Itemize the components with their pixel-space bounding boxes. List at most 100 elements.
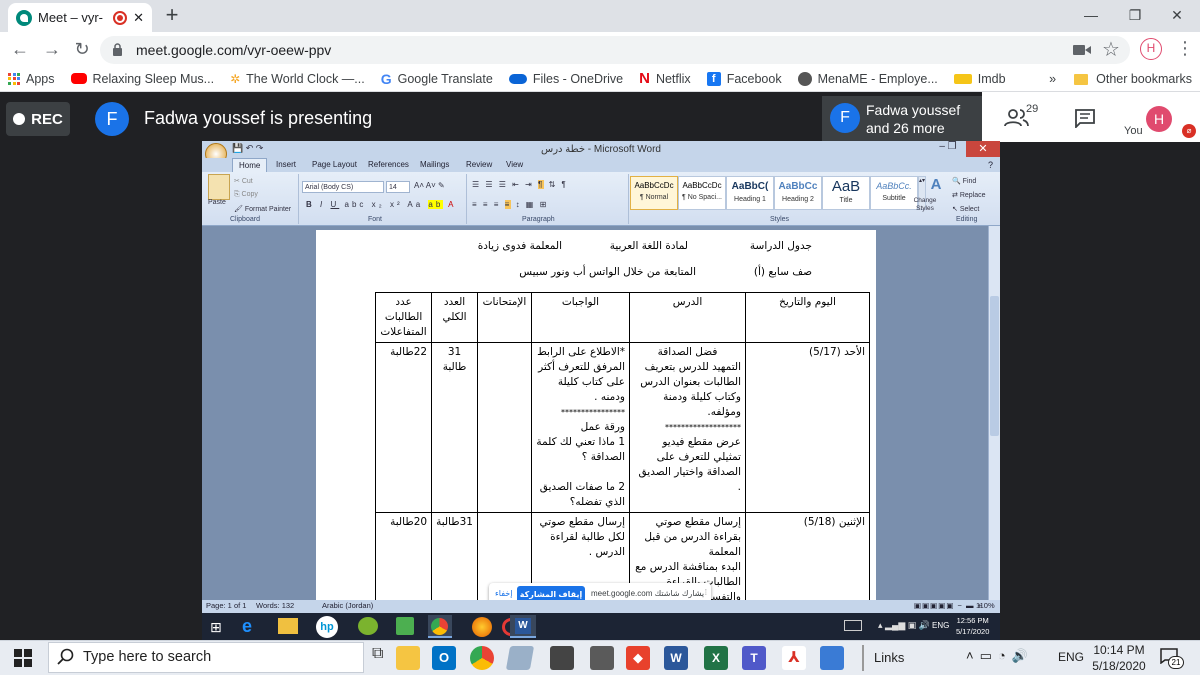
view-buttons-icon[interactable]: ▣▣▣▣▣ − ▬ + xyxy=(914,601,983,610)
inner-wechat-icon[interactable] xyxy=(358,617,378,635)
camera-icon[interactable] xyxy=(1072,42,1092,58)
forward-icon[interactable]: → xyxy=(40,37,64,61)
tab-review[interactable]: Review xyxy=(460,158,498,172)
vertical-scrollbar[interactable] xyxy=(988,226,1000,600)
paste-button[interactable]: Paste xyxy=(208,199,226,206)
bookmark-apps[interactable]: Apps xyxy=(0,72,63,86)
bookmark-google-translate[interactable]: G Google Translate xyxy=(373,71,501,87)
alignment-icons[interactable]: ≡ ≡ ≡ ≡ ↕ ▦ ⊞ xyxy=(472,200,548,209)
inner-chrome-tab[interactable] xyxy=(428,615,452,638)
restore-button[interactable]: ❐ xyxy=(1112,4,1158,28)
style-title[interactable]: AaB Title xyxy=(822,176,870,210)
inner-keyboard-icon[interactable] xyxy=(844,620,862,631)
status-zoom[interactable]: 110% xyxy=(976,601,995,610)
inner-ie-icon[interactable]: e xyxy=(242,616,262,636)
inner-lang[interactable]: ENG xyxy=(932,621,949,630)
other-bookmarks[interactable]: Other bookmarks xyxy=(1096,72,1192,86)
word-min-restore[interactable]: – ❐ xyxy=(930,141,966,157)
hide-button[interactable]: إخفاء xyxy=(495,589,512,598)
scroll-thumb[interactable] xyxy=(990,296,999,436)
font-name-select[interactable]: Arial (Body CS) xyxy=(302,181,384,193)
style-normal[interactable]: AaBbCcDc ¶ Normal xyxy=(630,176,678,210)
status-language[interactable]: Arabic (Jordan) xyxy=(322,601,373,610)
outlook-icon[interactable]: O xyxy=(432,646,456,670)
bookmark-world-clock[interactable]: ✲ The World Clock —... xyxy=(222,72,373,86)
chat-icon[interactable] xyxy=(1074,108,1096,128)
inner-word-tab[interactable]: W xyxy=(510,615,536,638)
inner-explorer-icon[interactable] xyxy=(278,618,298,634)
profile-avatar[interactable]: H xyxy=(1140,38,1162,60)
format-painter-button[interactable]: 🖌 Format Painter xyxy=(234,205,291,213)
inner-start-icon[interactable]: ⊞ xyxy=(210,619,222,636)
taskbar-search-box[interactable]: Type here to search xyxy=(48,642,364,673)
bookmarks-overflow-button[interactable]: » xyxy=(1049,72,1056,86)
close-window-button[interactable]: ✕ xyxy=(1154,4,1200,28)
photos-icon[interactable] xyxy=(820,646,844,670)
bookmark-menaame[interactable]: MenaME - Employe... xyxy=(790,71,946,86)
bookmark-imdb[interactable]: Imdb xyxy=(946,72,1014,86)
change-styles-label[interactable]: Change Styles xyxy=(910,197,940,213)
back-icon[interactable]: ← xyxy=(8,37,32,61)
excel-icon[interactable]: X xyxy=(704,646,728,670)
windows-start-icon[interactable] xyxy=(14,649,32,667)
inner-hp-icon[interactable]: hp xyxy=(316,616,338,638)
teams-icon[interactable]: T xyxy=(742,646,766,670)
word-close-button[interactable]: ✕ xyxy=(966,141,1000,157)
minimize-button[interactable]: — xyxy=(1068,4,1114,28)
language-indicator[interactable]: ENG xyxy=(1058,650,1084,664)
menu-icon[interactable]: ⋮ xyxy=(1176,38,1194,59)
help-icon[interactable]: ? xyxy=(982,158,999,172)
anydesk-icon[interactable]: ◆ xyxy=(626,646,650,670)
browser-tab-meet[interactable]: Meet – vyr- ✕ xyxy=(8,3,152,32)
font-format-icons[interactable]: B I U abc x₂ x² Aa ab A xyxy=(306,200,456,209)
notification-center-icon[interactable]: 21 xyxy=(1160,648,1184,669)
lock-icon[interactable] xyxy=(112,43,123,56)
notepad-icon[interactable] xyxy=(505,646,535,670)
tab-mailings[interactable]: Mailings xyxy=(414,158,455,172)
system-clock[interactable]: 10:14 PM 5/18/2020 xyxy=(1090,642,1148,674)
acrobat-icon[interactable]: ⅄ xyxy=(782,646,806,670)
find-button[interactable]: 🔍 Find xyxy=(952,177,976,185)
app-dark-icon[interactable] xyxy=(550,646,574,670)
tab-insert[interactable]: Insert xyxy=(270,158,302,172)
word-taskbar-icon[interactable]: W xyxy=(664,646,688,670)
inner-clock[interactable]: 12:56 PM 5/17/2020 xyxy=(956,615,989,637)
inner-tray-icons[interactable]: ▴ ▂▄▆ ▣ 🔊 xyxy=(878,620,930,631)
inner-store-icon[interactable] xyxy=(396,617,414,635)
tab-references[interactable]: References xyxy=(362,158,415,172)
bookmark-star-icon[interactable]: ☆ xyxy=(1102,37,1120,62)
status-page[interactable]: Page: 1 of 1 xyxy=(206,601,246,610)
replace-button[interactable]: ⇄ Replace xyxy=(952,191,986,199)
inner-firefox-icon[interactable] xyxy=(472,617,492,637)
file-explorer-icon[interactable] xyxy=(396,646,420,670)
chrome-taskbar-icon[interactable] xyxy=(470,646,494,670)
document-page[interactable]: جدول الدراسة لمادة اللغة العربية المعلمة… xyxy=(316,230,876,600)
status-words[interactable]: Words: 132 xyxy=(256,601,294,610)
recording-indicator[interactable]: REC xyxy=(6,102,70,136)
tab-home[interactable]: Home xyxy=(232,158,268,172)
bookmark-netflix[interactable]: N Netflix xyxy=(631,70,699,87)
style-heading-1[interactable]: AaBbC( Heading 1 xyxy=(726,176,774,210)
style-heading-2[interactable]: AaBbCc Heading 2 xyxy=(774,176,822,210)
links-toolbar[interactable]: Links xyxy=(874,650,904,665)
tray-icons[interactable]: ˄▭◔🔊 xyxy=(966,648,1034,664)
list-indent-icons[interactable]: ☰ ☰ ☰ ⇤ ⇥ ¶ ⇅ ¶ xyxy=(472,180,568,189)
calculator-icon[interactable] xyxy=(590,646,614,670)
new-tab-button[interactable]: + xyxy=(160,4,184,28)
change-styles-button[interactable]: A xyxy=(912,176,942,193)
paste-icon[interactable] xyxy=(208,174,230,200)
bookmark-onedrive[interactable]: Files - OneDrive xyxy=(501,72,631,86)
address-bar[interactable]: meet.google.com/vyr-oeew-ppv xyxy=(100,36,1130,64)
task-view-icon[interactable]: ⧉ xyxy=(372,645,383,663)
close-tab-icon[interactable]: ✕ xyxy=(133,10,144,26)
bookmark-facebook[interactable]: f Facebook xyxy=(699,71,790,86)
tab-page-layout[interactable]: Page Layout xyxy=(306,158,363,172)
style-no-spacing[interactable]: AaBbCcDc ¶ No Spaci... xyxy=(678,176,726,210)
copy-button[interactable]: ⎘ Copy xyxy=(234,191,258,199)
drag-handle-icon[interactable]: ⁞ xyxy=(705,588,707,597)
tab-view[interactable]: View xyxy=(500,158,529,172)
reload-icon[interactable]: ↻ xyxy=(70,37,94,61)
cut-button[interactable]: ✂ Cut xyxy=(234,177,253,185)
select-button[interactable]: ↖ Select xyxy=(952,205,979,213)
bookmark-relaxing-sleep[interactable]: Relaxing Sleep Mus... xyxy=(63,72,223,86)
